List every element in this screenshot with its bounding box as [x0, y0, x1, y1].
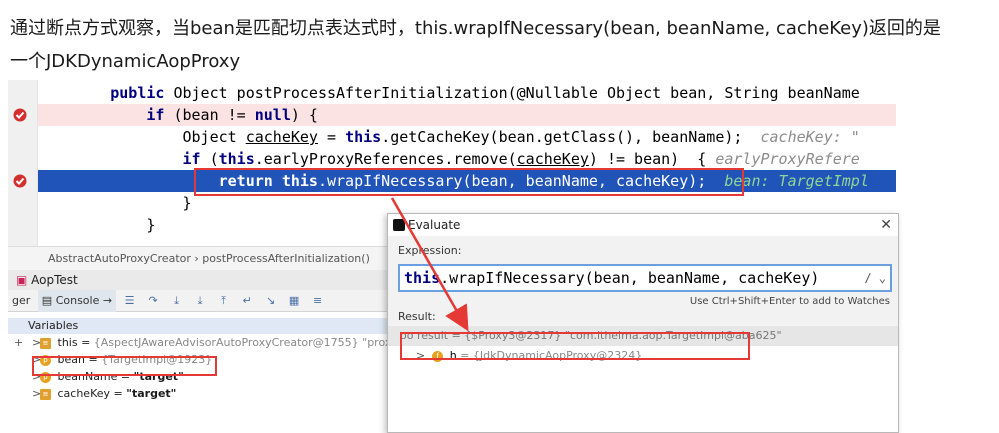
annotation-arrow — [390, 197, 469, 332]
